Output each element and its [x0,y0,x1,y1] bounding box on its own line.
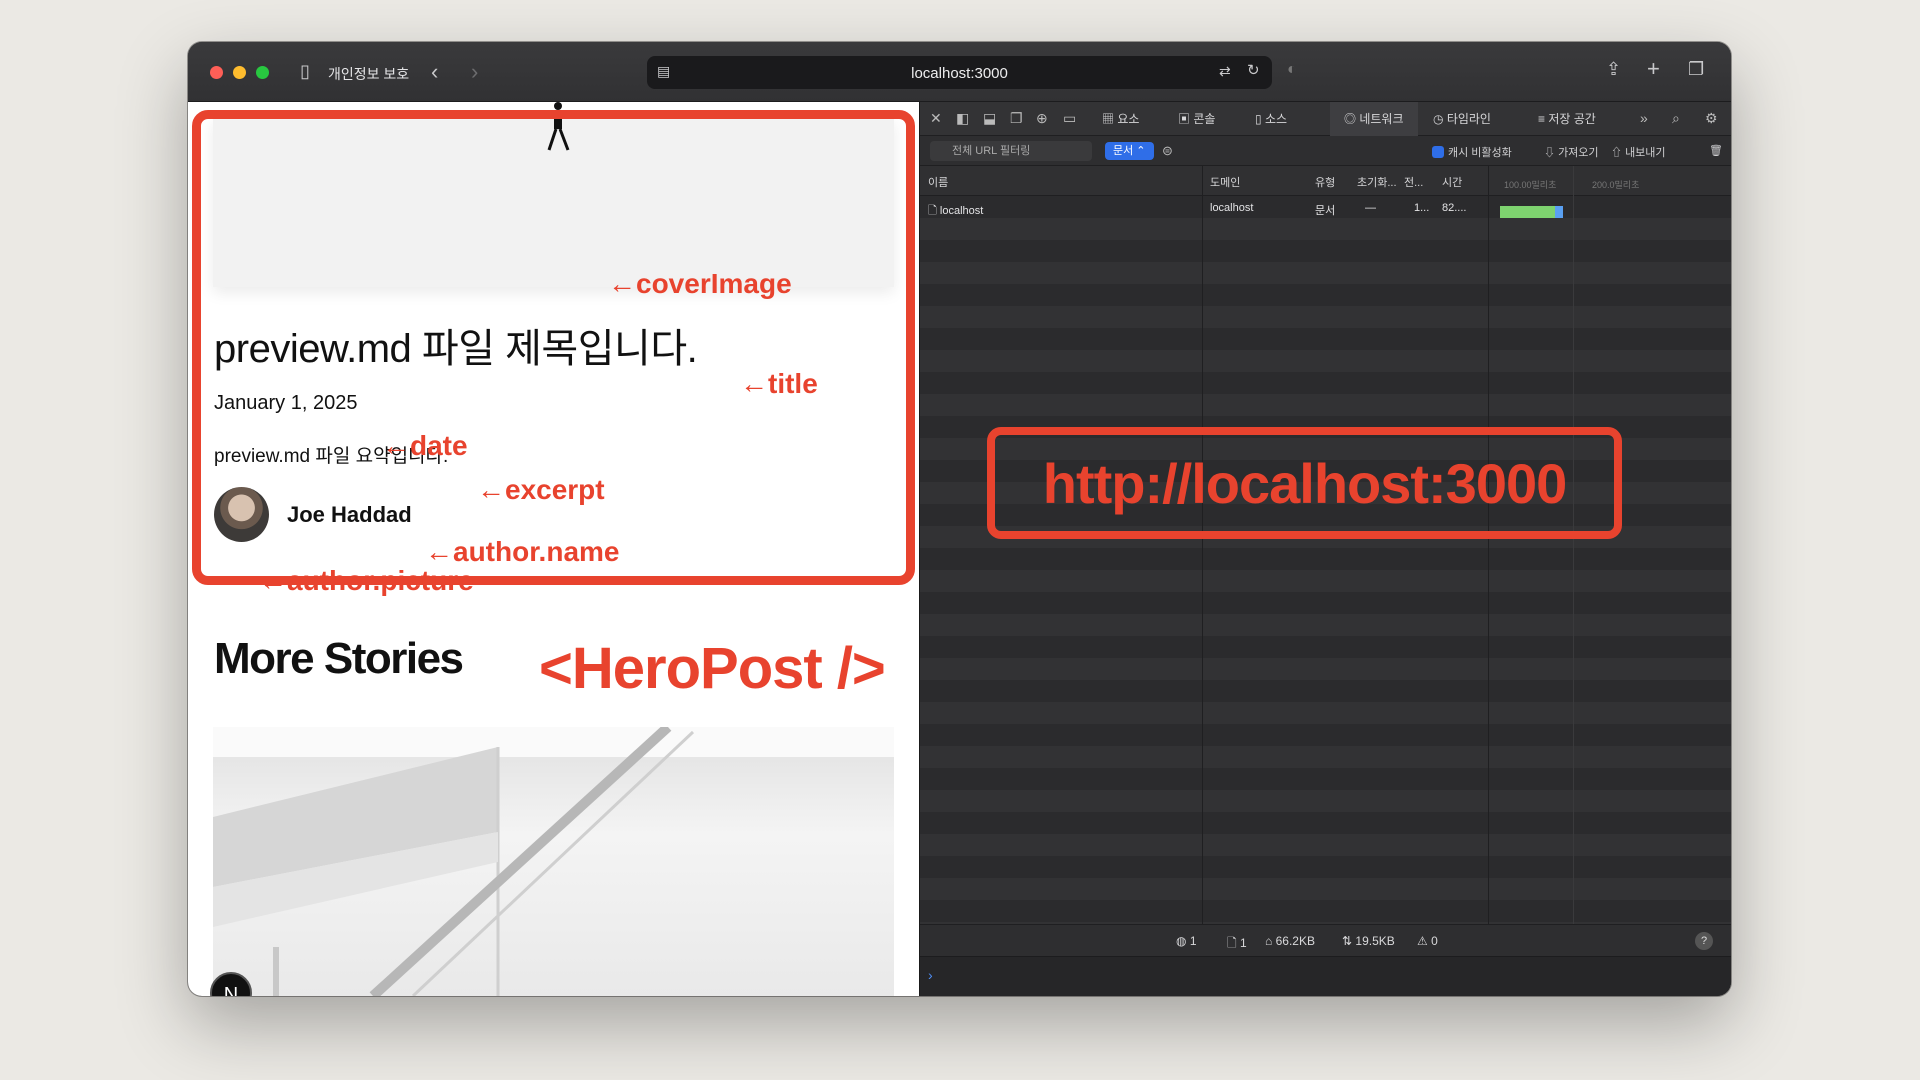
waterfall-tick-100: 100.00밀리초 [1504,180,1557,190]
zoom-window-button[interactable] [256,66,269,79]
url-annotation-box: http://localhost:3000 [987,427,1622,539]
disable-cache-checkbox[interactable]: 캐시 비활성화 [1432,144,1512,160]
privacy-report-label[interactable]: 개인정보 보호 [328,64,409,84]
hero-post-highlight [192,110,915,585]
more-tabs-icon[interactable]: » [1640,111,1648,125]
excerpt-annotation: ←excerpt [477,474,605,505]
resource-size: ⌂ 66.2KB [1265,934,1315,948]
export-button[interactable]: ⇧ 내보내기 [1611,144,1666,160]
network-table-header: 이름 도메인 유형 초기화... 전... 시간 100.00밀리초 200.0… [920,166,1731,196]
resource-type-filter[interactable]: 문서 ⌃ [1105,142,1154,160]
column-transferred[interactable]: 전... [1404,174,1423,190]
dock-left-icon[interactable]: ◧ [956,111,969,125]
column-divider [1488,166,1489,930]
column-type[interactable]: 유형 [1315,174,1335,190]
network-status-bar: ◍ 1 🗋 1 ⌂ 66.2KB ⇅ 19.5KB ⚠ 0 ? [920,924,1731,956]
tab-overview-icon[interactable]: ❐ [1688,60,1704,78]
reload-icon[interactable]: ↻ [1247,63,1260,78]
back-icon[interactable]: ‹ [431,61,438,83]
tab-storage[interactable]: ≡ 저장 공간 [1528,102,1606,136]
date-annotation: ←date [382,430,468,461]
staircase-image [213,727,894,996]
close-window-button[interactable] [210,66,223,79]
browser-window: ▯ 개인정보 보호 ‹ › ▤ localhost:3000 ⇄ ↻ ◐ ⇪ +… [188,42,1731,996]
translate-icon[interactable]: ⇄ [1219,64,1231,78]
shield-icon: ◐ [1287,61,1297,78]
web-inspector: ✕ ◧ ⬓ ❐ ⊕ ▭ ▦ 요소 ▣ 콘솔 ▯ 소스 ◎ 네트워크 ◷ 타임라인… [919,102,1731,996]
devtools-tab-bar: ✕ ◧ ⬓ ❐ ⊕ ▭ ▦ 요소 ▣ 콘솔 ▯ 소스 ◎ 네트워크 ◷ 타임라인… [920,102,1731,136]
more-stories-heading: More Stories [214,634,464,683]
column-divider [1202,166,1203,930]
detach-icon[interactable]: ❐ [1010,111,1023,125]
title-annotation: ←title [740,368,818,399]
column-initiator[interactable]: 초기화... [1357,174,1397,190]
waterfall-tick-200: 200.0밀리초 [1592,180,1640,190]
dock-bottom-icon[interactable]: ⬓ [983,111,996,125]
new-tab-icon[interactable]: + [1647,58,1660,80]
settings-gear-icon[interactable]: ⚙ [1705,111,1718,125]
waterfall-bar [1500,206,1563,218]
tab-network[interactable]: ◎ 네트워크 [1330,102,1418,136]
row-name: 🗋 localhost [928,205,984,217]
request-count: ◍ 1 [1176,934,1197,948]
close-inspector-icon[interactable]: ✕ [930,111,942,125]
row-transferred: 1... [1414,202,1430,214]
sidebar-icon[interactable]: ▯ [300,62,310,80]
tab-console[interactable]: ▣ 콘솔 [1168,102,1225,136]
tab-elements[interactable]: ▦ 요소 [1092,102,1149,136]
transferred-size: ⇅ 19.5KB [1342,934,1395,948]
network-filter-bar: 전체 URL 필터링 문서 ⌃ ⊜ 캐시 비활성화 ⇩ 가져오기 ⇧ 내보내기 … [920,136,1731,166]
row-type: 문서 [1315,205,1336,217]
hero-post-annotation: <HeroPost /> [539,636,886,701]
url-filter-input[interactable]: 전체 URL 필터링 [930,141,1092,161]
tab-sources[interactable]: ▯ 소스 [1245,102,1297,136]
share-icon[interactable]: ⇪ [1606,60,1621,78]
error-count: ⚠ 0 [1417,934,1438,948]
clear-log-icon[interactable]: 🗑 [1709,144,1723,157]
row-domain: localhost [1210,202,1254,214]
tab-timelines[interactable]: ◷ 타임라인 [1423,102,1501,136]
author-picture-annotation: ←author.picture [259,565,474,596]
row-time: 82.... [1442,202,1467,214]
author-name-annotation: ←author.name [425,536,620,567]
network-rows [920,196,1731,924]
cover-image-annotation: ←coverImage [608,268,792,299]
element-picker-icon[interactable]: ⊕ [1036,111,1048,125]
waterfall-gridline [1573,166,1574,930]
search-icon[interactable]: ⌕ [1672,111,1680,125]
column-time[interactable]: 시간 [1442,174,1462,190]
url-text: localhost:3000 [911,65,1008,82]
address-bar[interactable]: ▤ localhost:3000 ⇄ ↻ [647,56,1272,89]
story-cover-image[interactable] [213,727,894,996]
filter-options-icon[interactable]: ⊜ [1162,144,1173,157]
console-prompt-line[interactable]: › [920,956,1731,996]
web-page: preview.md 파일 제목입니다. January 1, 2025 pre… [188,102,919,996]
forward-icon[interactable]: › [471,61,478,83]
console-prompt: › [928,967,933,983]
title-bar: ▯ 개인정보 보호 ‹ › ▤ localhost:3000 ⇄ ↻ ◐ ⇪ +… [188,42,1731,102]
row-initiator: — [1365,202,1376,214]
help-button[interactable]: ? [1695,932,1713,950]
column-name[interactable]: 이름 [928,174,948,190]
column-domain[interactable]: 도메인 [1210,174,1240,190]
device-icon[interactable]: ▭ [1063,111,1076,125]
resource-count: 🗋 1 [1227,936,1247,950]
import-button[interactable]: ⇩ 가져오기 [1544,144,1599,160]
minimize-window-button[interactable] [233,66,246,79]
url-annotation: http://localhost:3000 [1042,452,1568,515]
